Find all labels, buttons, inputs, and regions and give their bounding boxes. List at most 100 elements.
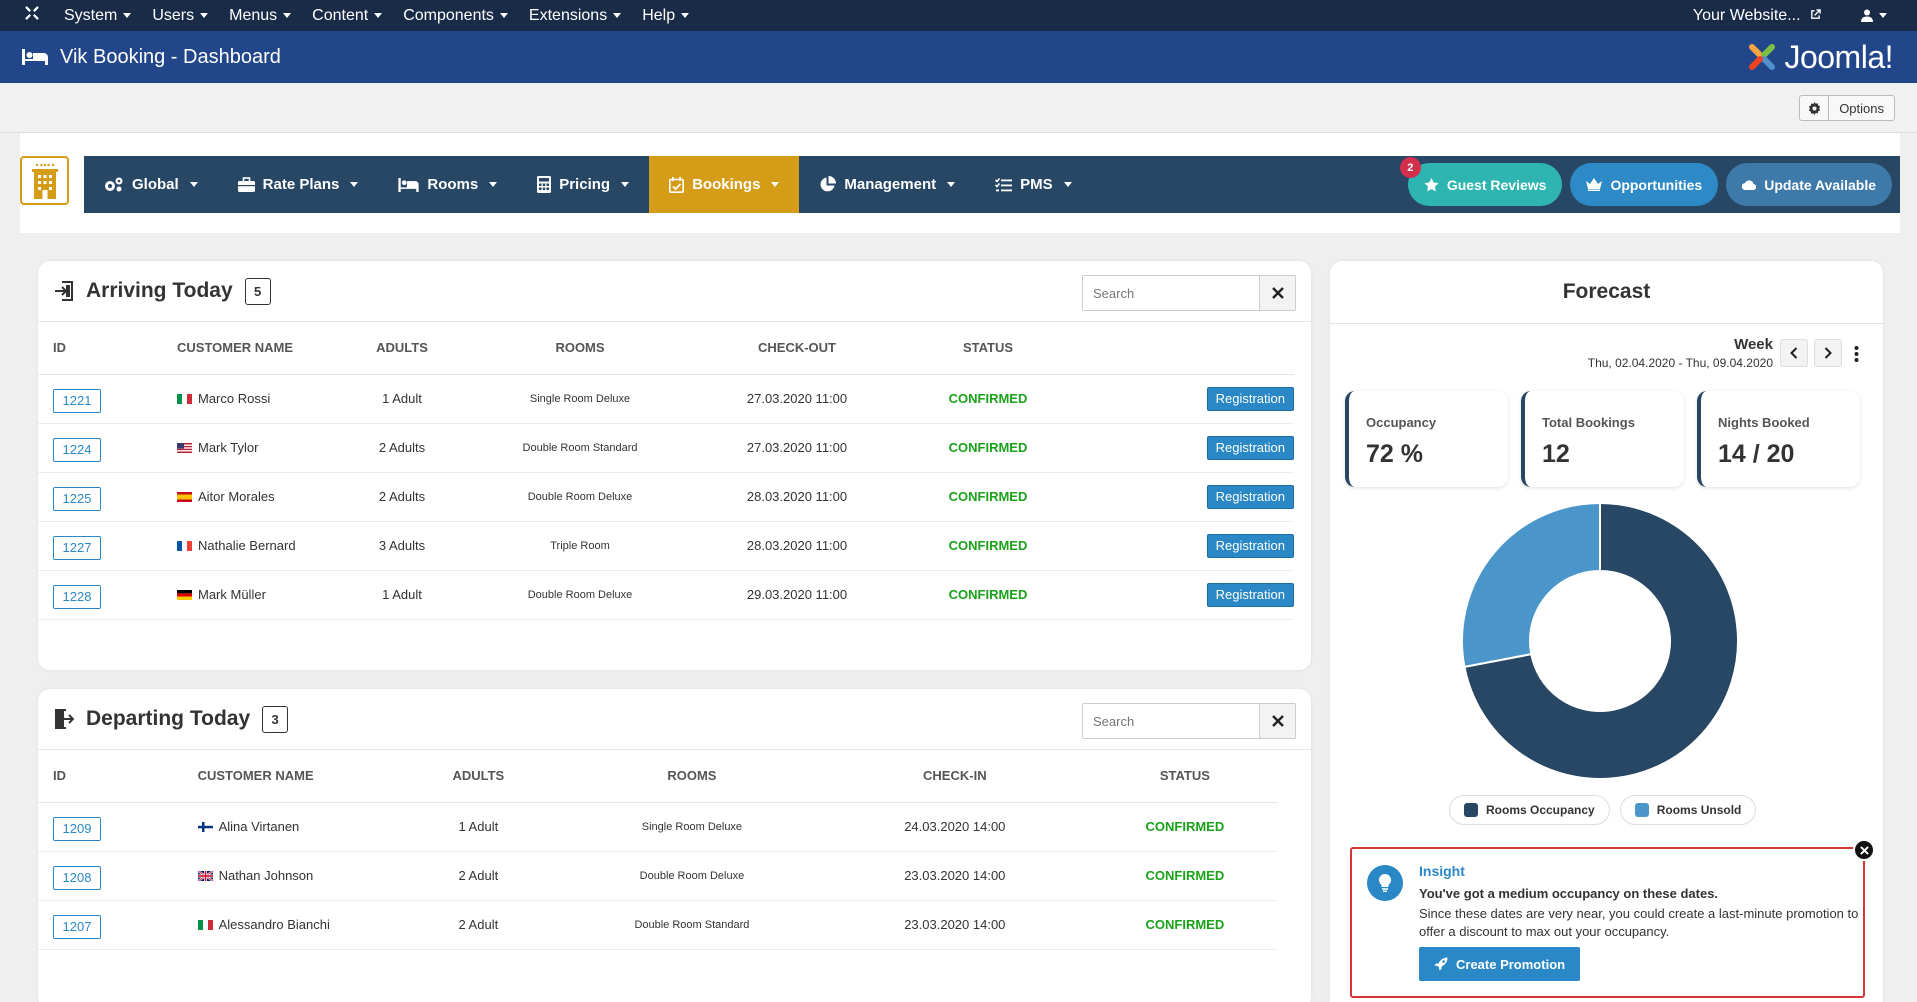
flag-gb-icon: [197, 871, 213, 881]
caret-down-icon: [1063, 182, 1072, 187]
menu-users[interactable]: Users: [152, 7, 209, 25]
caret-down-icon: [283, 13, 292, 18]
room-cell: Single Room Deluxe: [565, 802, 818, 852]
customer-name: Nathalie Bernard: [198, 538, 296, 553]
id-cell: 1224: [38, 423, 162, 473]
insight-subtitle: You've got a medium occupancy on these d…: [1419, 886, 1719, 901]
table-row: 1209 Alina Virtanen 1 Adult Single Room Del…: [38, 802, 1278, 852]
registration-button[interactable]: Registration: [1206, 435, 1294, 460]
guest-reviews-button[interactable]: 2 Guest Reviews: [1399, 157, 1563, 206]
stat-value: 72 %: [1366, 440, 1423, 468]
stat-label: Total Bookings: [1542, 415, 1635, 430]
menu-label: Components: [403, 6, 494, 24]
stat-label: Occupancy: [1366, 415, 1437, 430]
flag-fi-icon: [197, 822, 213, 832]
menu-system[interactable]: System: [64, 7, 132, 25]
card-title: Departing Today: [86, 707, 251, 730]
close-insight-button[interactable]: [1853, 839, 1875, 861]
menu-components[interactable]: Components: [403, 7, 508, 25]
col-header: CUSTOMER NAME: [182, 750, 391, 803]
col-header: ROOMS: [452, 322, 708, 375]
booking-id-link[interactable]: 1209: [53, 816, 101, 841]
menu-menus[interactable]: Menus: [229, 7, 292, 25]
legend-label: Rooms Occupancy: [1486, 803, 1595, 817]
room-cell: Double Room Standard: [452, 423, 708, 473]
menu-extensions[interactable]: Extensions: [529, 7, 622, 25]
user-icon: [1861, 9, 1873, 22]
col-header: ROOMS: [565, 750, 818, 803]
arriving-search: [1082, 275, 1296, 311]
cogs-icon: [105, 177, 123, 191]
pill-label: Opportunities: [1610, 176, 1703, 193]
legend-rooms-occupancy[interactable]: Rooms Occupancy: [1449, 795, 1610, 825]
col-header: CHECK-OUT: [708, 322, 886, 375]
nav-pills: 2 Guest Reviews Opportunities Update Ava…: [1399, 157, 1900, 206]
booking-id-link[interactable]: 1207: [53, 914, 101, 939]
flag-it-icon: [177, 394, 192, 404]
options-button[interactable]: Options: [1799, 95, 1895, 121]
id-cell: 1209: [38, 802, 183, 852]
menu-content[interactable]: Content: [312, 7, 383, 25]
room-cell: Single Room Deluxe: [452, 374, 708, 424]
nav-pricing[interactable]: Pricing: [517, 156, 649, 213]
clear-search-button[interactable]: [1259, 276, 1295, 310]
stat-total-bookings: Total Bookings 12: [1521, 391, 1684, 487]
col-header: ADULTS: [352, 322, 452, 375]
departing-search-input[interactable]: [1083, 704, 1259, 738]
registration-button[interactable]: Registration: [1206, 582, 1294, 607]
registration-button[interactable]: Registration: [1206, 533, 1294, 558]
joomla-wordmark: Joomla!: [1784, 38, 1893, 75]
pill-label: Update Available: [1764, 176, 1876, 193]
booking-id-link[interactable]: 1208: [53, 865, 101, 890]
room-cell: Double Room Deluxe: [452, 472, 708, 522]
create-promotion-button[interactable]: Create Promotion: [1419, 947, 1581, 981]
registration-button[interactable]: Registration: [1206, 386, 1294, 411]
customer-name: Aitor Morales: [198, 489, 275, 504]
nav-label: Management: [844, 176, 937, 193]
room-cell: Double Room Deluxe: [452, 570, 708, 620]
legend-rooms-unsold[interactable]: Rooms Unsold: [1619, 795, 1757, 825]
arriving-header: Arriving Today 5: [38, 261, 1311, 322]
booking-id-link[interactable]: 1225: [53, 486, 101, 511]
more-options-icon[interactable]: [1854, 345, 1864, 363]
name-cell: Mark Tylor: [162, 423, 352, 473]
cloud-icon: [1742, 180, 1757, 190]
opportunities-button[interactable]: Opportunities: [1570, 163, 1719, 206]
nav-rooms[interactable]: Rooms: [378, 156, 517, 213]
update-available-button[interactable]: Update Available: [1726, 163, 1892, 206]
hotel-logo-icon[interactable]: [20, 156, 69, 205]
period-label: Week: [1734, 336, 1773, 353]
booking-id-link[interactable]: 1227: [53, 535, 101, 560]
next-week-button[interactable]: [1814, 339, 1842, 367]
sign-in-icon: [55, 281, 73, 301]
menu-help[interactable]: Help: [642, 7, 690, 25]
table-row: 1227 Nathalie Bernard 3 Adults Triple Room 2…: [38, 521, 1294, 571]
col-header: STATUS: [886, 322, 1090, 375]
bed-icon: [22, 49, 48, 65]
nav-global[interactable]: Global: [84, 156, 218, 213]
nav-bookings[interactable]: Bookings: [649, 156, 800, 213]
clear-search-button[interactable]: [1259, 704, 1295, 738]
booking-id-link[interactable]: 1228: [53, 584, 101, 609]
nav-pms[interactable]: PMS: [975, 156, 1092, 213]
table-row: 1225 Aitor Morales 2 Adults Double Room Del…: [38, 472, 1294, 522]
nav-management[interactable]: Management: [799, 156, 975, 213]
week-range: Week Thu, 02.04.2020 - Thu, 09.04.2020: [1588, 336, 1773, 370]
your-website-link[interactable]: Your Website...: [1693, 7, 1821, 25]
rocket-icon: [1434, 957, 1448, 971]
donut-slice-rooms-unsold[interactable]: [1461, 501, 1601, 669]
table-row: 1228 Mark Müller 1 Adult Double Room Deluxe…: [38, 570, 1294, 620]
close-icon: [1271, 287, 1284, 299]
prev-week-button[interactable]: [1780, 339, 1808, 367]
col-header: CHECK-IN: [817, 750, 1092, 803]
nav-rate-plans[interactable]: Rate Plans: [218, 156, 379, 213]
user-menu[interactable]: [1861, 9, 1887, 22]
arriving-search-input[interactable]: [1083, 276, 1259, 310]
joomla-logo-icon[interactable]: [0, 4, 64, 28]
registration-button[interactable]: Registration: [1206, 484, 1294, 509]
booking-id-link[interactable]: 1224: [53, 437, 101, 462]
action-cell: Registration: [1090, 374, 1294, 424]
booking-id-link[interactable]: 1221: [53, 388, 101, 413]
pie-chart-icon: [821, 176, 837, 192]
status-cell: CONFIRMED: [886, 570, 1090, 620]
